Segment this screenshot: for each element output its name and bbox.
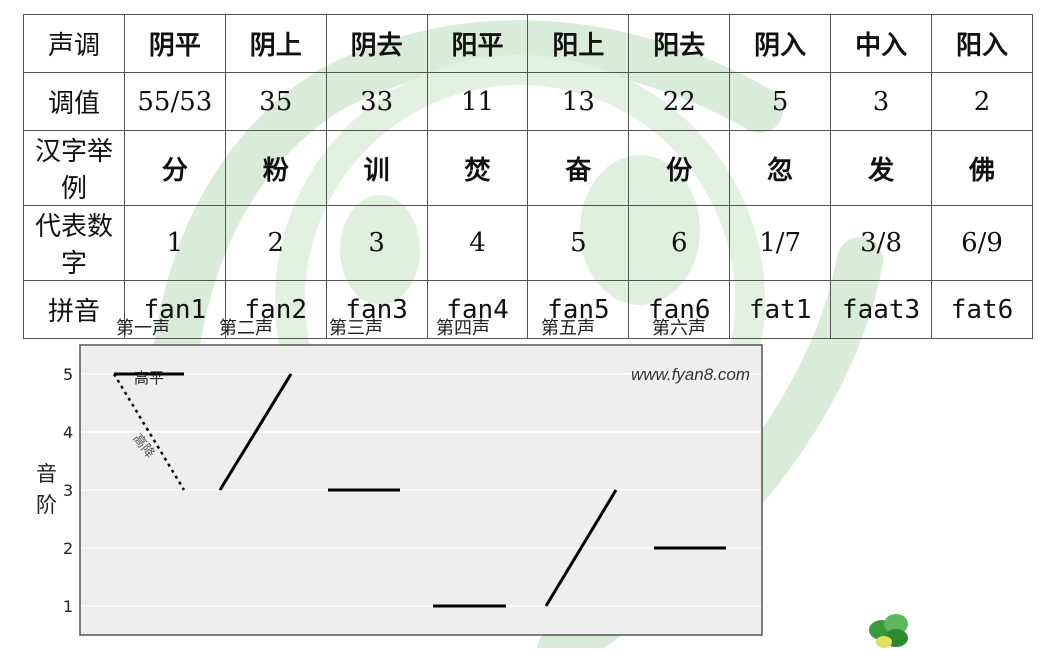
y-axis-ticks: 1 2 3 4 5: [63, 365, 73, 616]
tone-contour-chart: 12345 www.fyan8.com 高平 高降 音 阶: [36, 344, 763, 636]
y-axis-label-bottom: 阶: [36, 493, 57, 517]
clover-icon: [869, 614, 908, 648]
y-tick-label: 1: [63, 597, 73, 616]
y-tick-label: 2: [63, 539, 73, 558]
annotation-high-level: 高平: [134, 369, 164, 387]
website-watermark: www.fyan8.com: [631, 365, 750, 384]
y-tick-label: 3: [63, 481, 73, 500]
y-tick-label: 4: [63, 423, 73, 442]
y-axis-label-top: 音: [36, 462, 57, 486]
y-tick-label: 5: [63, 365, 73, 384]
